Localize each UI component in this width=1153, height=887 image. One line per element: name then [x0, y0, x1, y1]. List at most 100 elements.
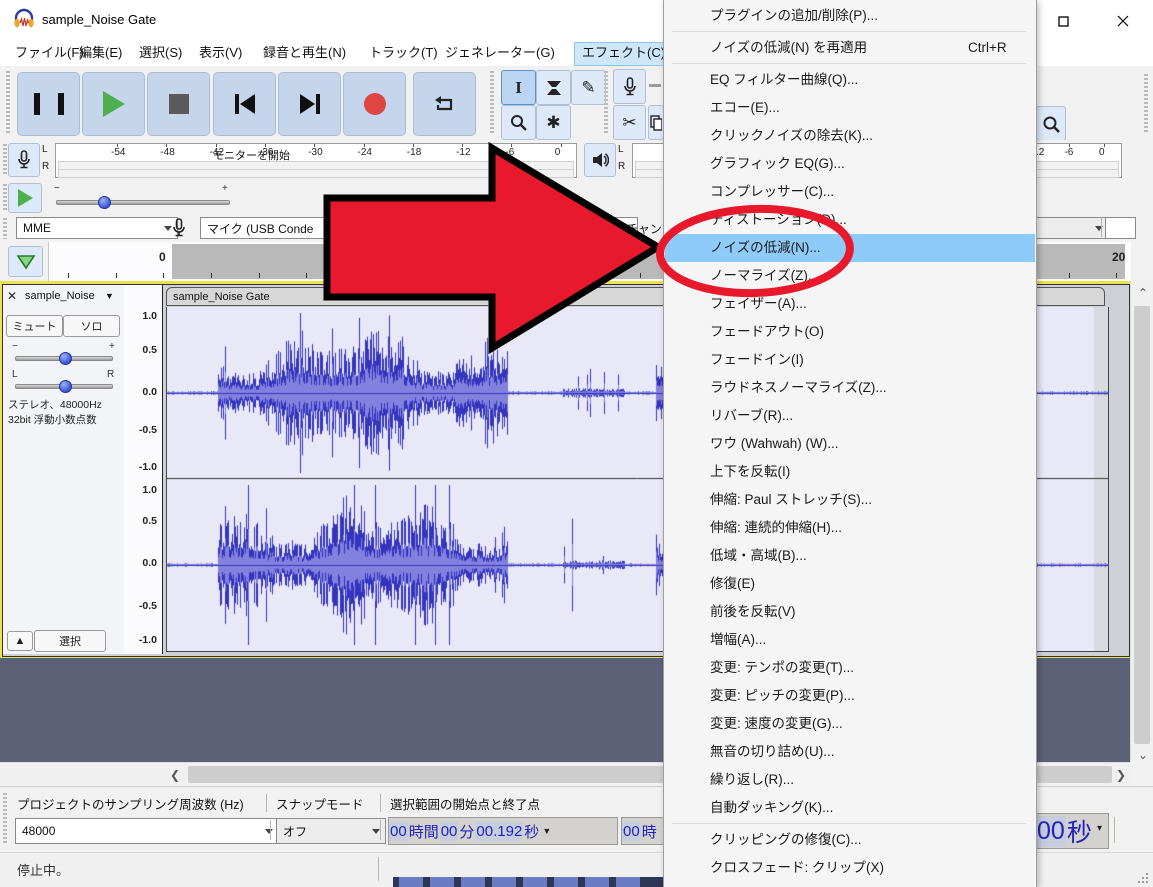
effect-menu-item[interactable]: 変更: ピッチの変更(P)...	[665, 682, 1035, 710]
effect-menu-item[interactable]: フェードアウト(O)	[665, 318, 1035, 346]
effect-menu-item[interactable]: グラフィック EQ(G)...	[665, 150, 1035, 178]
resize-grip-icon[interactable]	[1136, 871, 1150, 885]
scroll-up-icon[interactable]: ⌃	[1138, 287, 1148, 299]
vertical-scrollbar[interactable]: ⌃ ⌄	[1130, 281, 1153, 762]
play-at-speed-button[interactable]	[8, 183, 42, 213]
track-close-button[interactable]: ✕	[7, 289, 17, 303]
effect-menu-item[interactable]: 上下を反転(I)	[665, 458, 1035, 486]
effect-menu-item[interactable]: ラウドネスノーマライズ(Z)...	[665, 374, 1035, 402]
time-digit-group[interactable]: 00	[1036, 815, 1066, 847]
effect-menu-item[interactable]: エコー(E)...	[665, 94, 1035, 122]
effect-menu-item[interactable]: 前後を反転(V)	[665, 598, 1035, 626]
zoom-tool-button[interactable]	[501, 105, 536, 140]
scroll-right-icon[interactable]: ❯	[1116, 769, 1126, 781]
time-digit-group[interactable]: 00	[389, 821, 408, 841]
close-button[interactable]	[1106, 10, 1140, 32]
record-meter-mic-button[interactable]	[8, 143, 40, 177]
gain-slider-thumb[interactable]	[59, 352, 72, 365]
record-button[interactable]	[343, 72, 406, 136]
effect-menu-item[interactable]: ディストーション(D)...	[665, 206, 1035, 234]
time-digit-group[interactable]: 秒	[1066, 814, 1093, 848]
selection-end-time-field[interactable]: 00 時	[621, 817, 664, 845]
time-digit-group[interactable]: 00	[622, 821, 641, 841]
skip-to-start-button[interactable]	[213, 72, 276, 136]
time-digit-group[interactable]: 秒	[523, 820, 540, 843]
effect-menu-item[interactable]: フェードイン(I)	[665, 346, 1035, 374]
track-name[interactable]: sample_Noise	[25, 290, 95, 302]
menubar-item-4[interactable]: 表示(V)	[192, 42, 249, 64]
recording-device-select[interactable]: マイク (USB Conde	[200, 217, 638, 239]
effect-menu-item[interactable]: 増幅(A)...	[665, 626, 1035, 654]
time-digit-group[interactable]: 分	[458, 820, 475, 843]
effect-menu-item[interactable]: クロスフェード: クリップ(X)	[665, 854, 1035, 882]
scroll-left-icon[interactable]: ❮	[170, 769, 180, 781]
scroll-down-icon[interactable]: ⌄	[1138, 749, 1148, 761]
effect-menu-item[interactable]: ノイズの低減(N) を再適用 Ctrl+R	[665, 34, 1035, 62]
zoom-toggle-button[interactable]	[1036, 106, 1066, 141]
effect-menu-item[interactable]: 低域・高域(B)...	[665, 542, 1035, 570]
track-menu-dropdown-icon[interactable]: ▼	[105, 291, 114, 301]
play-button[interactable]	[82, 72, 145, 136]
sample-rate-select[interactable]: 48000	[15, 818, 279, 844]
copy-button[interactable]	[648, 105, 664, 140]
effect-menu-item[interactable]: 繰り返し(R)...	[665, 766, 1035, 794]
pause-button[interactable]	[17, 72, 80, 136]
cut-button[interactable]: ✂	[613, 105, 646, 140]
effect-menu-item[interactable]: 伸縮: Paul ストレッチ(S)...	[665, 486, 1035, 514]
time-digit-group[interactable]: 00	[439, 821, 459, 841]
solo-button[interactable]: ソロ	[63, 315, 120, 337]
pan-slider-thumb[interactable]	[59, 380, 72, 393]
vertical-scroll-thumb[interactable]	[1134, 306, 1150, 744]
effect-menu-item[interactable]: ワウ (Wahwah) (W)...	[665, 430, 1035, 458]
speed-slider-track[interactable]	[56, 200, 230, 205]
menubar-item-6[interactable]: トラック(T)	[362, 42, 445, 64]
record-volume-button[interactable]	[613, 69, 646, 104]
playback-device-select[interactable]	[1035, 217, 1109, 239]
mute-button[interactable]: ミュート	[6, 315, 63, 337]
effect-menu-item[interactable]: EQ フィルター曲線(Q)...	[665, 66, 1035, 94]
time-field-dropdown-icon[interactable]: ▼	[542, 826, 551, 836]
track-select-button[interactable]: 選択	[34, 630, 106, 652]
envelope-tool-button[interactable]	[536, 70, 571, 105]
selection-start-time-field[interactable]: 00 時間 00 分 00.192 秒 ▼	[388, 817, 618, 845]
time-digit-group[interactable]: 時	[641, 820, 658, 843]
loop-button[interactable]	[413, 72, 476, 136]
playback-meter-speaker-button[interactable]	[584, 143, 616, 177]
effect-menu-item[interactable]: フェイザー(A)...	[665, 290, 1035, 318]
multi-tool-button[interactable]: ✱	[536, 105, 571, 140]
menubar-item-7[interactable]: ジェネレーター(G)	[438, 42, 562, 64]
vertical-scale-ruler[interactable]: 1.0 1.0 0.5 0.5 0.0 0.0 -0.5 -0.5 -1.0 -1.0	[124, 285, 163, 654]
menubar-item-5[interactable]: 録音と再生(N)	[256, 42, 353, 64]
effect-menu-item[interactable]: リバーブ(R)...	[665, 402, 1035, 430]
menubar-item-2[interactable]: 編集(E)	[72, 42, 129, 64]
menubar-item-3[interactable]: 選択(S)	[132, 42, 189, 64]
selection-tool-button[interactable]: I	[501, 70, 536, 105]
snap-mode-select[interactable]: オフ	[276, 818, 386, 844]
timeline-options-button[interactable]	[8, 246, 43, 277]
record-volume-slider[interactable]	[649, 84, 661, 87]
effect-menu-item[interactable]: 変更: テンポの変更(T)...	[665, 654, 1035, 682]
skip-to-end-button[interactable]	[278, 72, 341, 136]
effect-menu-item[interactable]: クリッピングの修復(C)...	[665, 826, 1035, 854]
audio-host-select[interactable]: MME	[16, 217, 178, 239]
effect-menu-item[interactable]: プラグインの追加/削除(P)...	[665, 2, 1035, 30]
effect-menu-item[interactable]: 変更: 速度の変更(G)...	[665, 710, 1035, 738]
record-meter[interactable]: モニターを開始 -54 -48 -42 -36 -30 -24 -18 -12 -6 0	[55, 143, 577, 178]
draw-tool-button[interactable]: ✎	[571, 70, 606, 105]
maximize-button[interactable]	[1046, 10, 1080, 32]
effect-menu-item[interactable]: ノイズの低減(N)...	[665, 234, 1035, 262]
effect-menu-item[interactable]: クリックノイズの除去(K)...	[665, 122, 1035, 150]
collapse-track-button[interactable]: ▲	[7, 631, 33, 651]
effect-menu-item[interactable]: クロスフェード: トラック(T)	[665, 882, 1035, 887]
time-digit-group[interactable]: 時間	[408, 820, 440, 843]
effect-menu-item[interactable]: 無音の切り詰め(U)...	[665, 738, 1035, 766]
menubar-item-8[interactable]: エフェクト(C)	[574, 42, 674, 66]
effect-menu-item[interactable]: 伸縮: 連続的伸縮(H)...	[665, 514, 1035, 542]
time-digit-group[interactable]: 00.192	[475, 821, 524, 841]
time-field-spinner-icon[interactable]: ▾	[1097, 823, 1102, 834]
channels-select-fragment[interactable]	[1105, 217, 1136, 239]
effect-menu-item[interactable]: 自動ダッキング(K)...	[665, 794, 1035, 822]
effect-menu-item[interactable]: ノーマライズ(Z)...	[665, 262, 1035, 290]
stop-button[interactable]	[147, 72, 210, 136]
effect-menu-item[interactable]: 修復(E)	[665, 570, 1035, 598]
